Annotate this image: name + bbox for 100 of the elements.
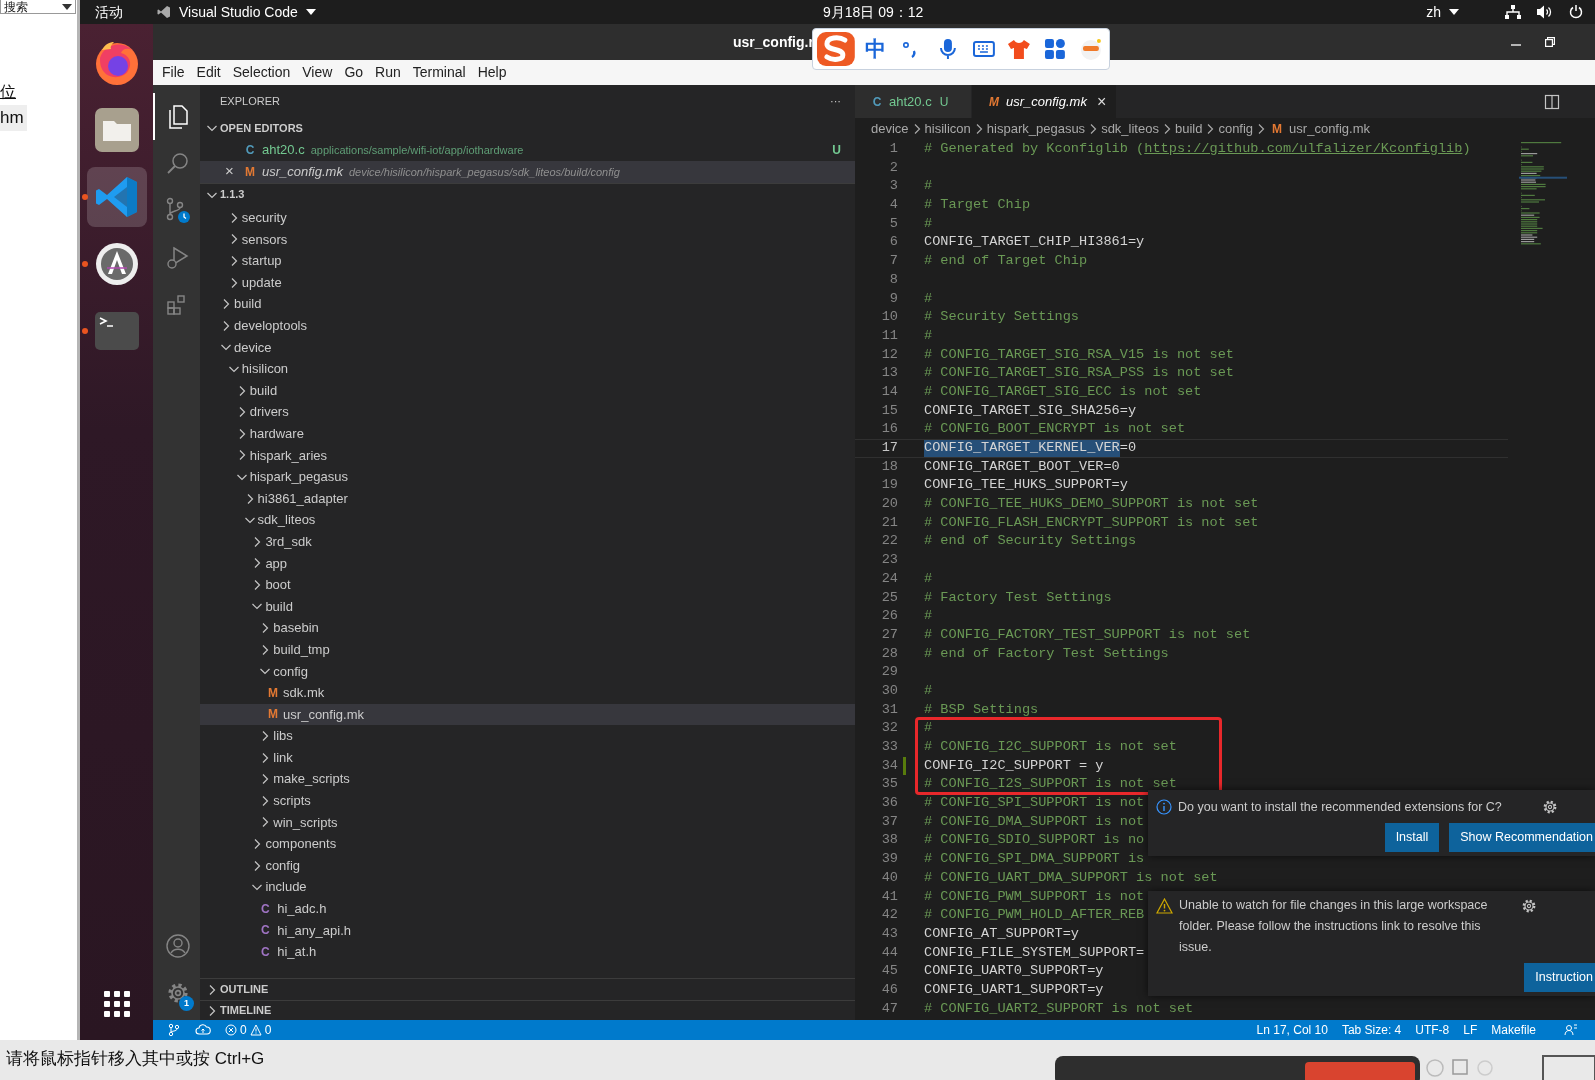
menu-item[interactable]: Run [369,62,407,83]
problems-button[interactable]: 0 0 [218,1021,279,1039]
explorer-folder-entry[interactable]: startup [200,250,855,272]
line-number: 27 [880,625,898,644]
explorer-file-entry[interactable]: C hi_adc.h [200,898,855,920]
explorer-folder-entry[interactable]: libs [200,725,855,747]
menu-item[interactable]: Edit [190,62,227,83]
editor-tab[interactable]: C aht20.c U [855,85,972,118]
explorer-folder-entry[interactable]: config [200,854,855,877]
menu-item[interactable]: Terminal [406,62,472,83]
input-mode-toggle[interactable]: 中 [864,33,886,65]
status-item[interactable]: UTF-8 [1408,1021,1457,1039]
close-button[interactable]: × [225,163,237,179]
code-text: # CONFIG_SPI_SUPPORT is not [924,794,1145,813]
explorer-folder-entry[interactable]: update [200,271,855,294]
code-editor-icon[interactable] [93,174,140,220]
explorer-folder-entry[interactable]: security [200,207,855,229]
editor-tab[interactable]: M usr_config.mk × [972,85,1118,118]
search-field[interactable]: 搜索 [0,0,76,14]
explorer-folder-entry[interactable]: scripts [200,790,855,812]
explorer-folder-entry[interactable]: sdk_liteos [200,509,855,531]
explorer-folder-entry[interactable]: basebin [200,617,855,639]
split-editor-icon[interactable] [1544,94,1560,110]
explorer-folder-entry[interactable]: build [200,595,855,618]
explorer-file-entry[interactable]: C hi_any_api.h [200,919,855,942]
breadcrumb-item[interactable]: config [1218,119,1254,139]
menu-item[interactable]: Selection [226,62,297,83]
clock[interactable]: 9月18日 09：12 [823,1,924,23]
menu-item[interactable]: View [296,62,339,83]
status-item[interactable]: Ln 17, Col 10 [1249,1021,1335,1039]
menu-item[interactable]: File [156,62,191,83]
breadcrumb-item[interactable]: M usr_config.mk [1269,119,1371,139]
explorer-folder-entry[interactable]: hispark_pegasus [200,466,855,488]
action-button[interactable]: Instruction [1524,963,1595,992]
more-actions-button[interactable]: ··· [830,92,841,110]
app-grid-icon[interactable] [103,990,131,1018]
open-editor-item[interactable]: × M usr_config.mk device/hisilicon/hispark_pegasus/sdk_liteos/build/config [200,161,855,183]
explorer-folder-entry[interactable]: hisilicon [200,358,855,380]
input-method-menu[interactable]: zh [1426,1,1459,23]
breadcrumb-item[interactable]: hisilicon [924,119,971,139]
input-method-logo-icon[interactable] [815,31,857,67]
terminal-icon[interactable] [93,311,140,351]
breadcrumb-item[interactable]: device [871,119,909,139]
status-item[interactable]: Tab Size: 4 [1334,1021,1409,1039]
explorer-folder-entry[interactable]: build [200,293,855,315]
section-header[interactable]: OUTLINE [200,978,855,1000]
software-store-icon[interactable] [93,241,140,287]
explorer-folder-entry[interactable]: drivers [200,401,855,423]
explorer-file-entry[interactable]: M usr_config.mk [200,703,855,726]
activities-button[interactable]: 活动 [95,1,123,23]
explorer-folder-entry[interactable]: make_scripts [200,768,855,791]
action-button[interactable]: Show Recommendation [1449,823,1595,852]
menu-item[interactable]: Go [338,62,370,83]
shirt-icon[interactable] [1007,37,1032,61]
manage-button[interactable]: 1 [153,969,200,1016]
code-text: # CONFIG_SPI_DMA_SUPPORT is [924,850,1145,869]
cloud-icon [195,1024,211,1036]
folder-icon[interactable] [93,107,140,153]
link[interactable]: 位 [0,80,16,104]
section-header[interactable]: OPEN EDITORS [200,117,855,139]
status-item[interactable]: LF [1456,1021,1485,1039]
explorer-folder-entry[interactable]: config [200,660,855,683]
explorer-folder-entry[interactable]: device [200,336,855,359]
explorer-folder-entry[interactable]: hardware [200,422,855,445]
explorer-folder-entry[interactable]: build_tmp [200,638,855,661]
explorer-folder-entry[interactable]: 3rd_sdk [200,530,855,553]
line-number: 17 [880,440,898,457]
explorer-folder-entry[interactable]: hi3861_adapter [200,487,855,510]
explorer-folder-entry[interactable]: build [200,379,855,402]
link[interactable]: https://github.com/ulfalizer/Kconfiglib [1144,141,1463,156]
breadcrumb-item[interactable]: hispark_pegasus [986,119,1086,139]
explorer-folder-entry[interactable]: hispark_aries [200,444,855,467]
volume-icon[interactable] [1537,5,1553,19]
network-icon[interactable] [1505,5,1521,19]
explorer-folder-entry[interactable]: boot [200,574,855,596]
explorer-folder-entry[interactable]: components [200,833,855,855]
restore-icon[interactable] [1545,37,1555,47]
explorer-folder-entry[interactable]: win_scripts [200,811,855,834]
power-icon[interactable] [1569,5,1583,19]
explorer-file-entry[interactable]: M sdk.mk [200,682,855,704]
section-header[interactable]: 1.1.3 [200,183,855,205]
breadcrumb-item[interactable]: sdk_liteos [1101,119,1159,139]
menu-item[interactable]: Help [471,62,513,83]
code-text: CONFIG_TARGET_CHIP_HI3861=y [924,233,1145,252]
sidebar-title: EXPLORER [220,93,280,109]
status-item[interactable]: Makefile [1484,1021,1543,1039]
breadcrumb-item[interactable]: build [1174,119,1203,139]
explorer-folder-entry[interactable]: developtools [200,314,855,337]
settings-icon[interactable] [1542,799,1558,815]
explorer-folder-entry[interactable]: include [200,876,855,898]
explorer-folder-entry[interactable]: app [200,552,855,575]
line-number: 16 [880,420,898,439]
open-editor-item[interactable]: C aht20.c applications/sample/wifi-iot/app/iothardware U [200,139,855,161]
settings-icon[interactable] [1521,898,1537,914]
explorer-folder-entry[interactable]: link [200,746,855,769]
app-menu[interactable]: Visual Studio Code [157,1,316,23]
close-button[interactable]: × [1096,89,1107,114]
explorer-file-entry[interactable]: C hi_at.h [200,941,855,963]
action-button[interactable]: Install [1384,823,1440,852]
explorer-folder-entry[interactable]: sensors [200,228,855,251]
